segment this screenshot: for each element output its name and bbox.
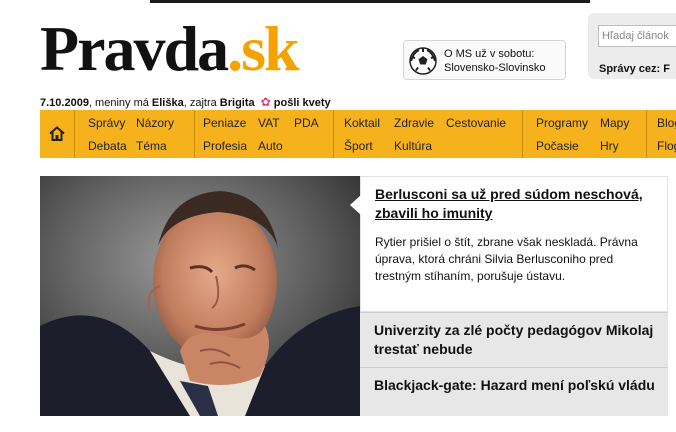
berlusconi-photo bbox=[40, 176, 360, 416]
flower-icon: ✿ bbox=[260, 95, 271, 109]
worldcup-promo[interactable]: O MS už v sobotu: Slovensko-Slovinsko bbox=[403, 40, 566, 80]
nav-pda[interactable]: PDA bbox=[294, 116, 319, 130]
nav-profesia[interactable]: Profesia bbox=[203, 139, 247, 153]
nav-debata[interactable]: Debata bbox=[88, 139, 127, 153]
nav-peniaze[interactable]: Peniaze bbox=[203, 116, 246, 130]
nav-group-money: Peniaze VAT PDA Profesia Auto bbox=[194, 110, 334, 158]
nav-auto[interactable]: Auto bbox=[258, 139, 283, 153]
story-main[interactable]: Berlusconi sa už pred súdom neschová, zb… bbox=[350, 176, 668, 312]
nav-cestovanie[interactable]: Cestovanie bbox=[446, 116, 506, 130]
story-main-lead: Rytier prišiel o štít, zbrane však neskl… bbox=[375, 235, 638, 283]
story-third-title[interactable]: Blackjack-gate: Hazard mení poľskú vládu bbox=[374, 376, 659, 395]
send-flowers-link[interactable]: pošli kvety bbox=[274, 97, 331, 109]
dateline-text-1: , meniny má bbox=[88, 97, 152, 109]
logo-name: Pravda bbox=[40, 13, 229, 84]
promo-text: O MS už v sobotu: Slovensko-Slovinsko bbox=[444, 48, 546, 74]
current-date: 7.10.2009 bbox=[40, 97, 89, 109]
nav-group-services: Programy Mapy Počasie Hry bbox=[522, 110, 647, 158]
nav-pocasie[interactable]: Počasie bbox=[536, 139, 579, 153]
home-icon bbox=[49, 126, 65, 141]
story-third[interactable]: Blackjack-gate: Hazard mení poľskú vládu bbox=[360, 367, 668, 416]
story-second[interactable]: Univerzity za zlé počty pedagógov Mikola… bbox=[360, 312, 668, 367]
site-logo[interactable]: Pravda.sk bbox=[40, 13, 300, 84]
story-second-title[interactable]: Univerzity za zlé počty pedagógov Mikola… bbox=[374, 321, 659, 359]
main-nav: Správy Názory Debata Téma Peniaze VAT PD… bbox=[40, 110, 676, 158]
nav-koktail[interactable]: Koktail bbox=[344, 116, 380, 130]
hero-photo[interactable] bbox=[40, 176, 360, 416]
nameday-tomorrow[interactable]: Brigita bbox=[220, 97, 255, 109]
nav-group-news: Správy Názory Debata Téma bbox=[74, 110, 195, 158]
search-input[interactable]: Hľadaj článok bbox=[598, 25, 676, 47]
nav-spravy[interactable]: Správy bbox=[88, 116, 125, 130]
dateline: 7.10.2009, meniny má Eliška, zajtra Brig… bbox=[40, 95, 331, 109]
search-panel: Hľadaj článok Správy cez: F bbox=[588, 13, 676, 79]
nav-vat[interactable]: VAT bbox=[258, 116, 280, 130]
nav-kultura[interactable]: Kultúra bbox=[394, 139, 432, 153]
nav-tema[interactable]: Téma bbox=[136, 139, 167, 153]
story-main-title[interactable]: Berlusconi sa už pred súdom neschová, zb… bbox=[375, 185, 660, 223]
nav-group-lifestyle: Koktail Zdravie Cestovanie Šport Kultúra bbox=[333, 110, 523, 158]
nav-mapy[interactable]: Mapy bbox=[600, 116, 629, 130]
news-via-label: Správy cez: F bbox=[599, 63, 670, 75]
dateline-text-2: , zajtra bbox=[183, 97, 220, 109]
pointer-arrow bbox=[350, 195, 361, 215]
nav-group-community: Blogy Flog bbox=[646, 110, 676, 158]
nav-blogy[interactable]: Blogy bbox=[657, 116, 676, 130]
nav-flog[interactable]: Flog bbox=[657, 139, 676, 153]
logo-dot: . bbox=[227, 13, 243, 84]
football-icon bbox=[409, 47, 437, 75]
headline-rail: Berlusconi sa už pred súdom neschová, zb… bbox=[350, 176, 668, 416]
logo-tld: sk bbox=[241, 13, 299, 84]
nameday-today[interactable]: Eliška bbox=[152, 97, 184, 109]
nav-nazory[interactable]: Názory bbox=[136, 116, 174, 130]
nav-hry[interactable]: Hry bbox=[600, 139, 619, 153]
top-border bbox=[150, 0, 590, 3]
nav-sport[interactable]: Šport bbox=[344, 139, 373, 153]
nav-programy[interactable]: Programy bbox=[536, 116, 588, 130]
nav-zdravie[interactable]: Zdravie bbox=[394, 116, 434, 130]
home-button[interactable] bbox=[40, 110, 75, 158]
